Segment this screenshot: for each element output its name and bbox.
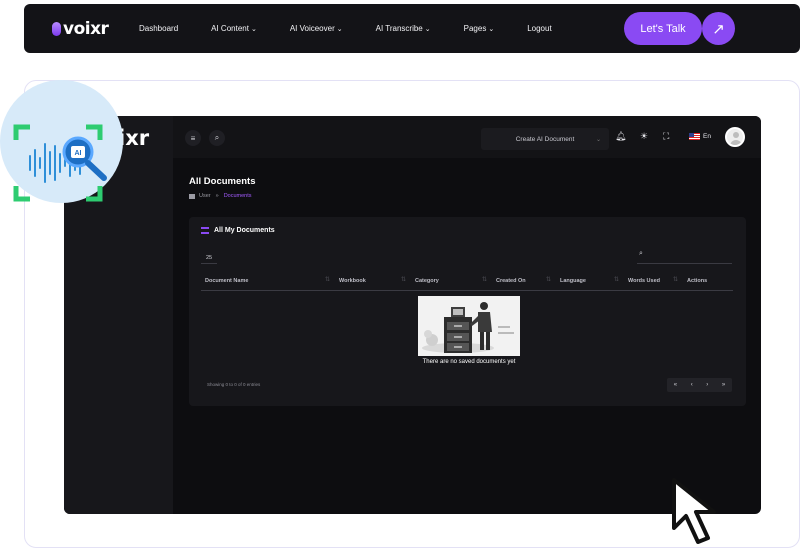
create-document-select[interactable]: Create AI Document ⌄: [481, 128, 609, 150]
documents-card: All My Documents 25 ⌕ Document Name ⇅ Wo…: [189, 217, 746, 406]
nav-pages[interactable]: Pages ⌄: [464, 24, 495, 33]
nav-label: Dashboard: [139, 24, 179, 33]
nav-logout[interactable]: Logout: [527, 24, 551, 33]
nav-label: AI Content: [211, 24, 249, 33]
search-icon[interactable]: ⌕: [209, 130, 225, 146]
chevron-down-icon: ⌄: [250, 25, 257, 33]
prev-page-button[interactable]: ‹: [691, 382, 693, 388]
sort-icon[interactable]: ⇅: [401, 276, 406, 283]
nav-label: Logout: [527, 24, 552, 33]
main-nav: Dashboard AI Content ⌄ AI Voiceover ⌄ AI T…: [139, 4, 585, 53]
avatar[interactable]: [725, 127, 745, 147]
language-switch[interactable]: En: [689, 133, 711, 140]
nav-ai-voiceover[interactable]: AI Voiceover ⌄: [290, 24, 343, 33]
sort-icon[interactable]: ⇅: [546, 276, 551, 283]
table-header: Document Name ⇅ Workbook ⇅ Category ⇅ Cr…: [201, 275, 733, 291]
search-icon: ⌕: [639, 250, 643, 257]
nav-label: AI Transcribe: [375, 24, 423, 33]
breadcrumb: User » Documents: [189, 193, 252, 199]
col-category[interactable]: Category: [415, 278, 439, 284]
chevron-down-icon: ⌄: [488, 25, 495, 33]
app-header: ≡ ⌕ Create AI Document ⌄ 🔔︎ ☀ ⛶ En: [173, 116, 761, 158]
sort-icon[interactable]: ⇅: [673, 276, 678, 283]
language-label: En: [703, 133, 711, 140]
site-navbar: voixr Dashboard AI Content ⌄ AI Voiceover…: [24, 4, 800, 53]
breadcrumb-current: Documents: [223, 193, 252, 199]
person-at-cabinet-illustration: [418, 296, 520, 356]
card-title-text: All My Documents: [214, 227, 275, 234]
app-screenshot: ixr l ≡ ⌕ Create AI Document ⌄ 🔔︎ ☀ ⛶ En…: [64, 116, 761, 514]
chevron-down-icon: ⌄: [336, 25, 343, 33]
ai-voice-scan-badge: AI: [0, 80, 123, 203]
avatar-head: [733, 132, 739, 138]
site-logo-text: voixr: [63, 19, 109, 39]
mic-icon: [52, 22, 61, 36]
voice-scan-icon: AI: [13, 124, 107, 202]
landing-page: voixr Dashboard AI Content ⌄ AI Voiceover…: [0, 0, 800, 548]
svg-text:AI: AI: [75, 150, 82, 157]
nav-label: AI Voiceover: [289, 24, 335, 33]
documents-icon: [201, 227, 209, 234]
card-title: All My Documents: [201, 227, 275, 234]
fullscreen-icon[interactable]: ⛶: [663, 131, 669, 142]
pagination: « ‹ › »: [667, 378, 732, 392]
next-page-button[interactable]: ›: [706, 382, 708, 388]
col-created-on[interactable]: Created On: [496, 278, 526, 284]
entries-info: Showing 0 to 0 of 0 entries: [207, 382, 261, 387]
table-search-input[interactable]: ⌕: [637, 250, 732, 264]
pointer-cursor-icon: [668, 476, 738, 548]
breadcrumb-separator: »: [215, 193, 219, 199]
create-document-label: Create AI Document: [515, 135, 575, 143]
breadcrumb-root[interactable]: User: [199, 193, 211, 199]
nav-ai-content[interactable]: AI Content ⌄: [211, 24, 257, 33]
arrow-up-right-icon[interactable]: ↗: [702, 12, 735, 45]
us-flag-icon: [689, 133, 700, 140]
col-actions: Actions: [687, 278, 708, 284]
empty-state-message: There are no saved documents yet: [422, 359, 516, 365]
empty-state-illustration: [418, 296, 520, 356]
sort-icon[interactable]: ⇅: [482, 276, 487, 283]
nav-ai-transcribe[interactable]: AI Transcribe ⌄: [376, 24, 431, 33]
lets-talk-button[interactable]: Let's Talk: [624, 12, 702, 45]
per-page-select[interactable]: 25: [201, 253, 217, 264]
sort-icon[interactable]: ⇅: [614, 276, 619, 283]
col-words-used[interactable]: Words Used: [628, 278, 660, 284]
nav-label: Pages: [463, 24, 487, 33]
col-document-name[interactable]: Document Name: [205, 278, 248, 284]
col-language[interactable]: Language: [560, 278, 586, 284]
cursor-arrow: [672, 478, 716, 544]
sort-icon[interactable]: ⇅: [325, 276, 330, 283]
sun-icon[interactable]: ☀: [640, 131, 648, 142]
chevron-down-icon: ⌄: [595, 136, 601, 143]
nav-dashboard[interactable]: Dashboard: [139, 24, 178, 33]
chevron-down-icon: ⌄: [424, 25, 431, 33]
last-page-button[interactable]: »: [722, 382, 725, 388]
first-page-button[interactable]: «: [674, 382, 677, 388]
bell-icon[interactable]: 🔔︎: [615, 131, 626, 142]
col-workbook[interactable]: Workbook: [339, 278, 366, 284]
folder-icon: [189, 193, 195, 199]
menu-toggle-icon[interactable]: ≡: [185, 130, 201, 146]
avatar-body: [730, 140, 742, 145]
page-title: All Documents: [189, 176, 256, 187]
site-logo[interactable]: voixr: [52, 19, 109, 39]
